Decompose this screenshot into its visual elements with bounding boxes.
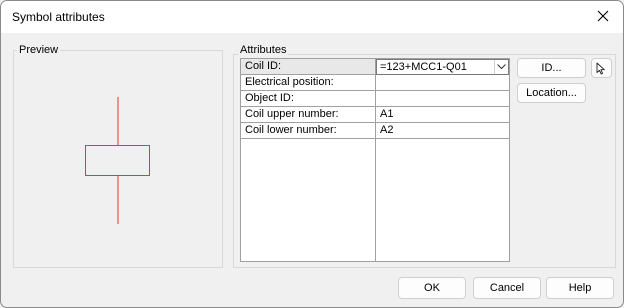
attribute-name: Coil lower number: — [241, 123, 376, 139]
table-row[interactable]: Coil lower number: A2 — [241, 123, 509, 139]
attribute-name: Electrical position: — [241, 75, 376, 91]
attributes-label: Attributes — [238, 44, 289, 56]
help-button[interactable]: Help — [546, 277, 614, 299]
attribute-value[interactable] — [376, 91, 509, 107]
table-row[interactable]: Object ID: — [241, 91, 509, 107]
symbol-attributes-dialog: Symbol attributes Preview Attributes Coi… — [0, 0, 624, 308]
attribute-name: Coil upper number: — [241, 107, 376, 123]
coil-body — [85, 145, 150, 176]
attribute-value[interactable]: A2 — [376, 123, 509, 139]
coil-id-dropdown[interactable]: =123+MCC1-Q01 — [376, 59, 509, 75]
table-row[interactable]: Coil upper number: A1 — [241, 107, 509, 123]
cursor-arrow-icon — [596, 62, 605, 74]
dropdown-button[interactable] — [494, 60, 508, 74]
pick-button[interactable] — [591, 58, 612, 78]
attribute-value[interactable]: A1 — [376, 107, 509, 123]
ok-button[interactable]: OK — [398, 277, 466, 299]
table-row[interactable]: Coil ID: =123+MCC1-Q01 — [241, 59, 509, 75]
location-button[interactable]: Location... — [517, 83, 586, 103]
table-row[interactable]: Electrical position: — [241, 75, 509, 91]
attribute-name: Object ID: — [241, 91, 376, 107]
attributes-table: Coil ID: =123+MCC1-Q01 Electrical positi… — [240, 58, 510, 262]
attribute-value[interactable] — [376, 75, 509, 91]
cancel-button[interactable]: Cancel — [473, 277, 541, 299]
chevron-down-icon — [497, 64, 506, 70]
attribute-name: Coil ID: — [241, 59, 376, 75]
coil-id-value: =123+MCC1-Q01 — [380, 61, 467, 73]
id-button[interactable]: ID... — [517, 58, 586, 78]
